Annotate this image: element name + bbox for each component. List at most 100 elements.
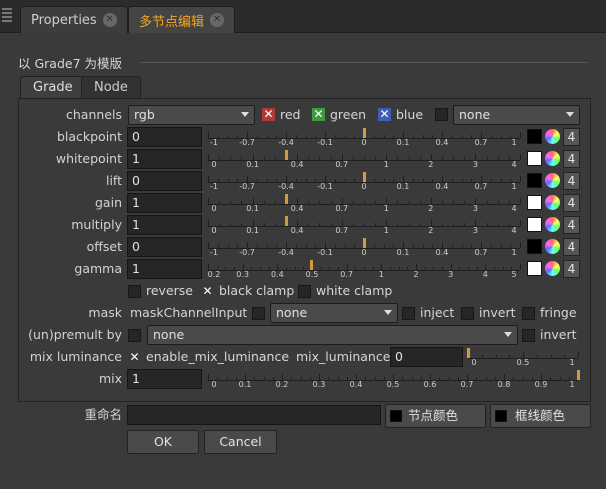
slider-handle[interactable] bbox=[363, 128, 366, 138]
channel-count-button[interactable]: 4 bbox=[563, 150, 580, 168]
multiply-slider[interactable]: 0 0.1 0.4 0.7 1 2 3 4 bbox=[208, 215, 521, 235]
premult-dropdown[interactable]: none bbox=[147, 325, 518, 345]
lift-input[interactable]: 0 bbox=[127, 171, 202, 191]
slider-handle[interactable] bbox=[285, 194, 288, 204]
color-wheel-icon[interactable] bbox=[545, 173, 560, 188]
extra-channel-checkbox[interactable] bbox=[435, 108, 448, 121]
slider-minor-tick bbox=[338, 267, 339, 270]
slider-minor-tick bbox=[383, 377, 385, 380]
multiply-input[interactable]: 1 bbox=[127, 215, 202, 235]
mask-channel-checkbox[interactable] bbox=[252, 307, 265, 320]
slider-handle[interactable] bbox=[467, 348, 470, 358]
black-clamp-checkbox[interactable]: ✕ bbox=[201, 285, 214, 298]
tab-node[interactable]: Node bbox=[81, 76, 141, 98]
color-wheel-icon[interactable] bbox=[545, 195, 560, 210]
gain-slider[interactable]: 0 0.1 0.4 0.7 1 2 3 4 bbox=[208, 193, 521, 213]
multiply-label: multiply bbox=[71, 217, 122, 232]
mask-dropdown[interactable]: none bbox=[270, 303, 398, 323]
blackpoint-input[interactable]: 0 bbox=[127, 127, 202, 147]
premult-invert-checkbox[interactable] bbox=[522, 329, 535, 342]
whitepoint-slider[interactable]: 0 0.1 0.4 0.7 1 2 3 4 bbox=[208, 149, 521, 169]
slider-tick-label: 1 bbox=[569, 358, 575, 367]
color-swatch[interactable] bbox=[527, 217, 542, 232]
color-swatch[interactable] bbox=[527, 195, 542, 210]
color-wheel-icon[interactable] bbox=[545, 129, 560, 144]
slider-handle[interactable] bbox=[285, 150, 288, 160]
mask-invert-checkbox[interactable] bbox=[461, 307, 474, 320]
channels-dropdown[interactable]: rgb bbox=[128, 105, 255, 125]
gamma-slider[interactable]: 0.2 0.3 0.4 0.5 0.7 1 2 3 4 5 bbox=[207, 259, 521, 279]
channel-count-button[interactable]: 4 bbox=[563, 216, 580, 234]
channel-count-button[interactable]: 4 bbox=[563, 172, 580, 190]
slider-tick-label: 0.2 bbox=[275, 380, 289, 389]
channel-count-button[interactable]: 4 bbox=[563, 128, 580, 146]
slider-minor-tick bbox=[294, 267, 296, 270]
gamma-input[interactable]: 1 bbox=[127, 259, 202, 279]
slider-minor-tick bbox=[266, 179, 268, 182]
slider-minor-tick bbox=[309, 377, 311, 380]
slider-track bbox=[208, 270, 520, 271]
tab-multi-node-edit[interactable]: 多节点编辑 ✕ bbox=[128, 6, 236, 33]
color-swatch[interactable] bbox=[527, 261, 542, 276]
close-icon[interactable]: ✕ bbox=[102, 13, 117, 27]
color-wheel-icon[interactable] bbox=[545, 261, 560, 276]
ok-button[interactable]: OK bbox=[127, 430, 199, 454]
channel-count-button[interactable]: 4 bbox=[563, 260, 580, 278]
node-color-button[interactable]: 节点颜色 bbox=[385, 404, 486, 428]
cancel-button[interactable]: Cancel bbox=[204, 430, 277, 454]
slider-handle[interactable] bbox=[363, 172, 366, 182]
blue-checkbox[interactable]: ✕ bbox=[378, 108, 391, 121]
color-wheel-icon[interactable] bbox=[545, 217, 560, 232]
slider-tick-label: 0.1 bbox=[238, 380, 252, 389]
offset-slider[interactable]: -1 -0.7 -0.4 -0.1 0 0.1 0.4 0.7 1 bbox=[208, 237, 521, 257]
color-swatch[interactable] bbox=[527, 151, 542, 166]
color-swatch[interactable] bbox=[527, 239, 542, 254]
channel-count-button[interactable]: 4 bbox=[563, 194, 580, 212]
panel-grip-icon[interactable] bbox=[2, 8, 12, 24]
lift-slider[interactable]: -1 -0.7 -0.4 -0.1 0 0.1 0.4 0.7 1 bbox=[208, 171, 521, 191]
enable-mix-luminance-checkbox[interactable]: ✕ bbox=[128, 351, 141, 364]
slider-minor-tick bbox=[559, 377, 561, 380]
color-swatch[interactable] bbox=[527, 129, 542, 144]
slider-minor-tick bbox=[305, 245, 307, 248]
gain-input[interactable]: 1 bbox=[127, 193, 202, 213]
green-checkbox[interactable]: ✕ bbox=[312, 108, 325, 121]
slider-minor-tick bbox=[459, 267, 461, 270]
color-wheel-icon[interactable] bbox=[545, 151, 560, 166]
mix-input[interactable]: 1 bbox=[127, 369, 202, 389]
fringe-checkbox[interactable] bbox=[522, 307, 535, 320]
channel-count-button[interactable]: 4 bbox=[563, 238, 580, 256]
slider-handle[interactable] bbox=[309, 260, 313, 270]
mix-luminance-input[interactable]: 0 bbox=[390, 347, 463, 367]
offset-input[interactable]: 0 bbox=[127, 237, 202, 257]
tab-grade[interactable]: Grade bbox=[20, 76, 86, 99]
mix-luminance-slider[interactable]: 0 0.5 1 bbox=[467, 347, 579, 367]
slider-minor-tick bbox=[334, 135, 336, 138]
blackpoint-slider[interactable]: -1 -0.7 -0.4 -0.1 0 0.1 0.4 0.7 1 bbox=[208, 127, 521, 147]
color-swatch[interactable] bbox=[527, 173, 542, 188]
slider-minor-tick bbox=[373, 179, 375, 182]
slider-handle[interactable] bbox=[577, 370, 580, 380]
white-clamp-checkbox[interactable] bbox=[298, 285, 311, 298]
whitepoint-input[interactable]: 1 bbox=[127, 149, 202, 169]
extra-channel-dropdown[interactable]: none bbox=[453, 105, 580, 125]
close-icon[interactable]: ✕ bbox=[210, 13, 225, 27]
color-wheel-icon[interactable] bbox=[545, 239, 560, 254]
inject-checkbox[interactable] bbox=[402, 307, 415, 320]
reverse-checkbox[interactable] bbox=[128, 285, 141, 298]
tab-properties[interactable]: Properties ✕ bbox=[20, 6, 128, 33]
slider-minor-tick bbox=[464, 201, 466, 204]
slider-tick-label: 0.7 bbox=[340, 270, 354, 279]
premult-checkbox[interactable] bbox=[128, 329, 141, 342]
rename-input[interactable] bbox=[127, 405, 381, 425]
red-checkbox[interactable]: ✕ bbox=[262, 108, 275, 121]
slider-tick-label: 3 bbox=[472, 204, 478, 213]
slider-minor-tick bbox=[522, 377, 524, 380]
slider-tick-label: 0.3 bbox=[312, 380, 326, 389]
slider-minor-tick bbox=[490, 245, 492, 248]
slider-handle[interactable] bbox=[363, 238, 366, 248]
slider-handle[interactable] bbox=[285, 216, 288, 226]
slider-tick-label: 0.2 bbox=[207, 270, 221, 279]
border-color-button[interactable]: 框线颜色 bbox=[490, 404, 591, 428]
mix-slider[interactable]: 0 0.1 0.2 0.3 0.4 0.5 0.6 0.7 0.8 0.9 1 bbox=[208, 369, 580, 389]
